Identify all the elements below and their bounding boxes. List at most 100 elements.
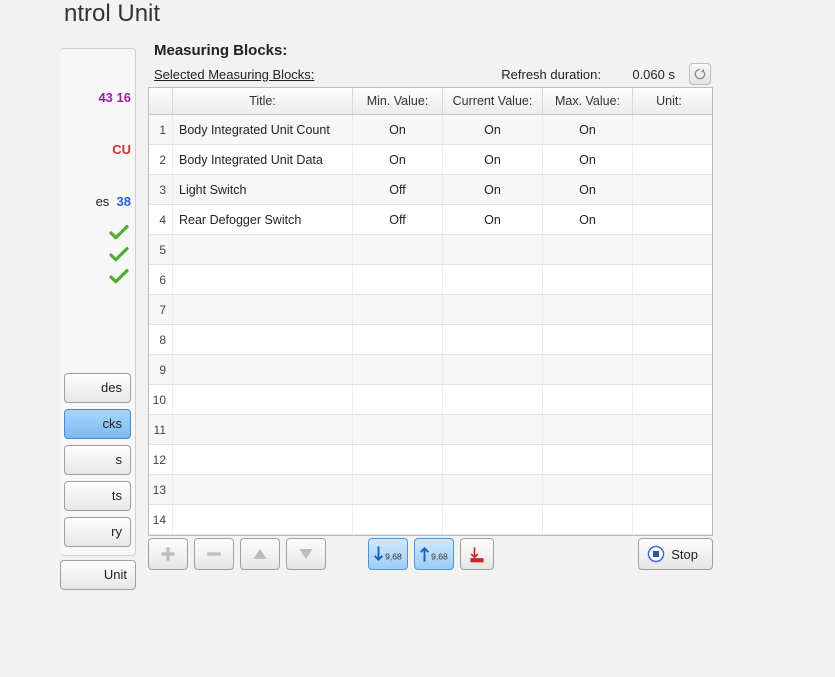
cell-unit bbox=[633, 445, 705, 474]
left-nav-button-foot[interactable]: Unit bbox=[60, 560, 136, 590]
cell-cur bbox=[443, 415, 543, 444]
left-nav-button-1[interactable]: des bbox=[64, 373, 131, 403]
table-row[interactable]: 4Rear Defogger SwitchOffOnOn bbox=[149, 205, 712, 235]
refresh-duration-value: 0.060 s bbox=[615, 67, 675, 82]
table-row[interactable]: 7 bbox=[149, 295, 712, 325]
svg-text:9,68: 9,68 bbox=[385, 552, 402, 562]
move-down-button[interactable] bbox=[286, 538, 326, 570]
cell-cur bbox=[443, 385, 543, 414]
triangle-up-icon bbox=[250, 544, 270, 564]
arrow-down-value-icon: 9,68 bbox=[369, 538, 407, 570]
cell-title bbox=[173, 475, 353, 504]
left-info-line bbox=[64, 163, 131, 189]
measuring-blocks-table: Title: Min. Value: Current Value: Max. V… bbox=[148, 87, 713, 536]
cell-min bbox=[353, 385, 443, 414]
main-panel: Measuring Blocks: Selected Measuring Blo… bbox=[148, 42, 713, 536]
cell-cur bbox=[443, 505, 543, 534]
cell-cur bbox=[443, 235, 543, 264]
cell-idx: 5 bbox=[149, 235, 173, 264]
cell-min: Off bbox=[353, 175, 443, 204]
col-title: Title: bbox=[173, 88, 353, 114]
remove-button[interactable] bbox=[194, 538, 234, 570]
col-max: Max. Value: bbox=[543, 88, 633, 114]
cell-idx: 3 bbox=[149, 175, 173, 204]
cell-max bbox=[543, 415, 633, 444]
left-info-line bbox=[64, 59, 131, 85]
cell-max bbox=[543, 475, 633, 504]
cell-title bbox=[173, 355, 353, 384]
stop-button[interactable]: Stop bbox=[638, 538, 713, 570]
col-min: Min. Value: bbox=[353, 88, 443, 114]
cell-min bbox=[353, 505, 443, 534]
table-row[interactable]: 9 bbox=[149, 355, 712, 385]
table-row[interactable]: 12 bbox=[149, 445, 712, 475]
table-row[interactable]: 11 bbox=[149, 415, 712, 445]
table-row[interactable]: 8 bbox=[149, 325, 712, 355]
cell-title bbox=[173, 235, 353, 264]
move-up-button[interactable] bbox=[240, 538, 280, 570]
left-nav-button-2[interactable]: cks bbox=[64, 409, 131, 439]
cell-idx: 2 bbox=[149, 145, 173, 174]
table-row[interactable]: 10 bbox=[149, 385, 712, 415]
triangle-down-icon bbox=[296, 544, 316, 564]
cell-unit bbox=[633, 295, 705, 324]
cell-max bbox=[543, 505, 633, 534]
refresh-icon bbox=[693, 67, 707, 81]
cell-min: Off bbox=[353, 205, 443, 234]
col-unit: Unit: bbox=[633, 88, 705, 114]
refresh-button[interactable] bbox=[689, 63, 711, 85]
checkmark-icon bbox=[109, 247, 129, 263]
checkmark-icon bbox=[109, 269, 129, 285]
cell-cur bbox=[443, 325, 543, 354]
max-calibrate-button[interactable]: 9,68 bbox=[414, 538, 454, 570]
cell-idx: 12 bbox=[149, 445, 173, 474]
cell-unit bbox=[633, 115, 705, 144]
cell-idx: 8 bbox=[149, 325, 173, 354]
cell-cur bbox=[443, 295, 543, 324]
table-row[interactable]: 1Body Integrated Unit CountOnOnOn bbox=[149, 115, 712, 145]
left-info-line bbox=[64, 111, 131, 137]
table-row[interactable]: 3Light SwitchOffOnOn bbox=[149, 175, 712, 205]
arrow-up-value-icon: 9,68 bbox=[415, 538, 453, 570]
table-row[interactable]: 2Body Integrated Unit DataOnOnOn bbox=[149, 145, 712, 175]
cell-idx: 6 bbox=[149, 265, 173, 294]
left-nav-button-3[interactable]: s bbox=[64, 445, 131, 475]
cell-min: On bbox=[353, 115, 443, 144]
plus-icon bbox=[158, 544, 178, 564]
cell-title: Light Switch bbox=[173, 175, 353, 204]
cell-max bbox=[543, 385, 633, 414]
cell-max bbox=[543, 265, 633, 294]
cell-min bbox=[353, 415, 443, 444]
log-save-button[interactable] bbox=[460, 538, 494, 570]
left-side-panel: 43 16 CU es 38 des cks s ts ry bbox=[60, 48, 136, 556]
cell-unit bbox=[633, 205, 705, 234]
save-disk-icon bbox=[467, 544, 487, 564]
left-nav-button-5[interactable]: ry bbox=[64, 517, 131, 547]
cell-unit bbox=[633, 235, 705, 264]
cell-title bbox=[173, 445, 353, 474]
left-nav-button-4[interactable]: ts bbox=[64, 481, 131, 511]
cell-min bbox=[353, 325, 443, 354]
cell-idx: 4 bbox=[149, 205, 173, 234]
table-header: Title: Min. Value: Current Value: Max. V… bbox=[149, 88, 712, 115]
cell-title: Rear Defogger Switch bbox=[173, 205, 353, 234]
table-row[interactable]: 5 bbox=[149, 235, 712, 265]
table-row[interactable]: 13 bbox=[149, 475, 712, 505]
cell-min bbox=[353, 355, 443, 384]
add-button[interactable] bbox=[148, 538, 188, 570]
refresh-duration-label: Refresh duration: bbox=[501, 67, 601, 82]
cell-min bbox=[353, 295, 443, 324]
cell-title bbox=[173, 265, 353, 294]
cell-min: On bbox=[353, 145, 443, 174]
table-row[interactable]: 6 bbox=[149, 265, 712, 295]
cell-idx: 13 bbox=[149, 475, 173, 504]
cell-max bbox=[543, 325, 633, 354]
cell-cur bbox=[443, 265, 543, 294]
min-calibrate-button[interactable]: 9,68 bbox=[368, 538, 408, 570]
cell-min bbox=[353, 235, 443, 264]
cell-cur bbox=[443, 445, 543, 474]
table-row[interactable]: 14 bbox=[149, 505, 712, 535]
cell-title: Body Integrated Unit Data bbox=[173, 145, 353, 174]
cell-idx: 1 bbox=[149, 115, 173, 144]
cell-max: On bbox=[543, 145, 633, 174]
